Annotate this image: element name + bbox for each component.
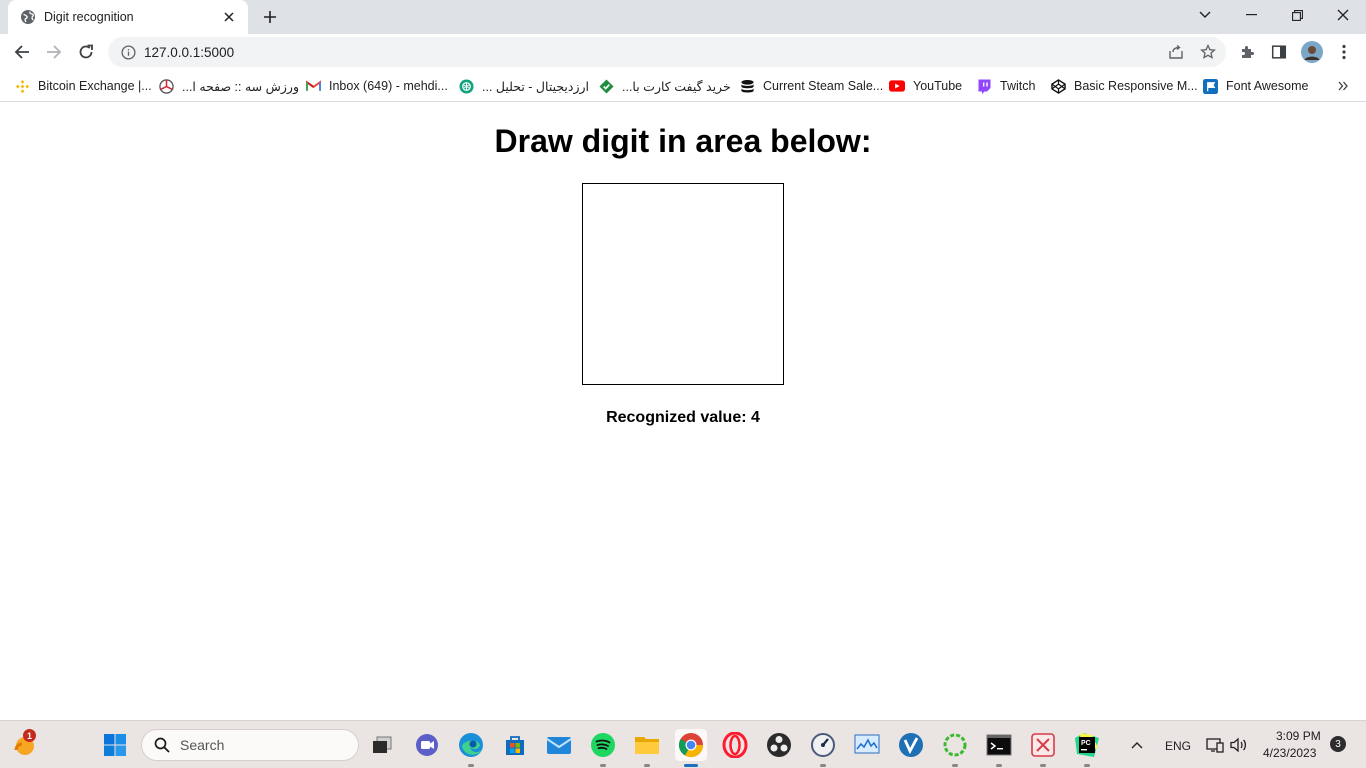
bookmark-twitch[interactable]: Twitch <box>976 75 1035 97</box>
steamdb-icon <box>739 78 755 94</box>
obs-studio-icon[interactable] <box>763 729 795 761</box>
file-explorer-icon[interactable] <box>631 729 663 767</box>
bookmark-youtube[interactable]: YouTube <box>889 75 962 97</box>
share-icon[interactable] <box>1162 38 1190 66</box>
browser-toolbar <box>0 34 1366 70</box>
drawing-canvas[interactable] <box>582 183 784 385</box>
bookmark-font-awesome[interactable]: Font Awesome <box>1202 75 1308 97</box>
binance-icon <box>14 78 30 94</box>
speedtest-icon[interactable] <box>807 729 839 767</box>
torrent-client-icon[interactable] <box>939 729 971 767</box>
bookmark-bitcoin-exchange[interactable]: Bitcoin Exchange |... <box>14 75 152 97</box>
edge-browser-icon[interactable] <box>455 729 487 767</box>
windows-taskbar: 1 Search PC ENG 3:09 PM 4/23/2023 3 <box>0 720 1366 768</box>
gmail-icon <box>305 78 321 94</box>
tab-search-chevron-icon[interactable] <box>1182 0 1228 30</box>
opera-browser-icon[interactable] <box>719 729 751 761</box>
forward-arrow-icon[interactable] <box>40 38 68 66</box>
page-heading: Draw digit in area below: <box>494 123 872 159</box>
spotify-icon[interactable] <box>587 729 619 767</box>
volume-icon[interactable] <box>1226 729 1252 761</box>
chatgpt-icon <box>458 78 474 94</box>
bookmark-varzesh3[interactable]: ورزش سه :: صفحه ا... <box>158 75 299 97</box>
bookmark-gmail-inbox[interactable]: Inbox (649) - mehdi... <box>305 75 448 97</box>
back-arrow-icon[interactable] <box>8 38 36 66</box>
bookmark-crypto-analysis[interactable]: ارزدیجیتال - تحلیل ... <box>458 75 589 97</box>
bookmark-codepen[interactable]: Basic Responsive M... <box>1050 75 1198 97</box>
clock-date[interactable]: 4/23/2023 <box>1263 746 1316 760</box>
network-icon[interactable] <box>1202 729 1228 761</box>
pycharm-icon[interactable]: PC <box>1071 729 1103 767</box>
web-page: Draw digit in area below: Recognized val… <box>0 103 1366 720</box>
tab-title: Digit recognition <box>44 10 134 24</box>
url-input[interactable] <box>144 44 1162 60</box>
tab-strip: Digit recognition <box>0 0 1366 34</box>
weather-alert-badge: 1 <box>23 729 36 742</box>
close-tab-icon[interactable] <box>220 8 238 26</box>
minimize-window-icon[interactable] <box>1228 0 1274 30</box>
teams-chat-icon[interactable] <box>411 729 443 761</box>
notification-center-badge[interactable]: 3 <box>1330 736 1346 752</box>
show-hidden-icons-chevron-icon[interactable] <box>1123 729 1151 761</box>
resource-monitor-icon[interactable] <box>851 729 883 761</box>
mail-icon[interactable] <box>543 729 575 761</box>
search-icon <box>154 737 170 753</box>
side-panel-icon[interactable] <box>1265 38 1293 66</box>
microsoft-store-icon[interactable] <box>499 729 531 761</box>
twitch-icon <box>976 78 992 94</box>
git-client-icon[interactable] <box>1027 729 1059 767</box>
recognized-value-label: Recognized value: 4 <box>606 409 760 426</box>
globe-icon <box>20 9 36 25</box>
vpn-client-icon[interactable] <box>895 729 927 761</box>
profile-avatar[interactable] <box>1298 38 1326 66</box>
bookmark-giftcard[interactable]: خرید گیفت کارت با... <box>598 75 731 97</box>
extensions-puzzle-icon[interactable] <box>1233 38 1261 66</box>
svg-text:PC: PC <box>1081 740 1091 747</box>
bookmarks-bar: Bitcoin Exchange |... ورزش سه :: صفحه ا.… <box>0 70 1366 102</box>
clock-time[interactable]: 3:09 PM <box>1276 729 1321 743</box>
reload-icon[interactable] <box>72 38 100 66</box>
new-tab-button[interactable] <box>258 5 282 29</box>
taskbar-search-input[interactable] <box>180 737 340 753</box>
terminal-icon[interactable] <box>983 729 1015 767</box>
address-bar[interactable] <box>108 37 1226 67</box>
bookmark-steam-sale[interactable]: Current Steam Sale... <box>739 75 883 97</box>
browser-menu-icon[interactable] <box>1330 38 1358 66</box>
windows-start-icon[interactable] <box>99 729 131 761</box>
chrome-browser-icon[interactable] <box>675 729 707 767</box>
youtube-icon <box>889 78 905 94</box>
tab-digit-recognition[interactable]: Digit recognition <box>8 0 248 34</box>
weather-widget-icon[interactable]: 1 <box>8 729 40 761</box>
input-language-indicator[interactable]: ENG <box>1165 739 1191 753</box>
task-view-icon[interactable] <box>366 729 398 761</box>
varzesh3-icon <box>158 78 174 94</box>
bookmark-star-icon[interactable] <box>1194 38 1222 66</box>
more-bookmarks-chevron-icon[interactable] <box>1334 75 1352 97</box>
giftcard-icon <box>598 78 614 94</box>
taskbar-search-box[interactable] <box>141 729 359 761</box>
site-info-icon[interactable] <box>120 44 136 60</box>
codepen-icon <box>1050 78 1066 94</box>
close-window-icon[interactable] <box>1320 0 1366 30</box>
restore-window-icon[interactable] <box>1274 0 1320 30</box>
fontawesome-icon <box>1202 78 1218 94</box>
